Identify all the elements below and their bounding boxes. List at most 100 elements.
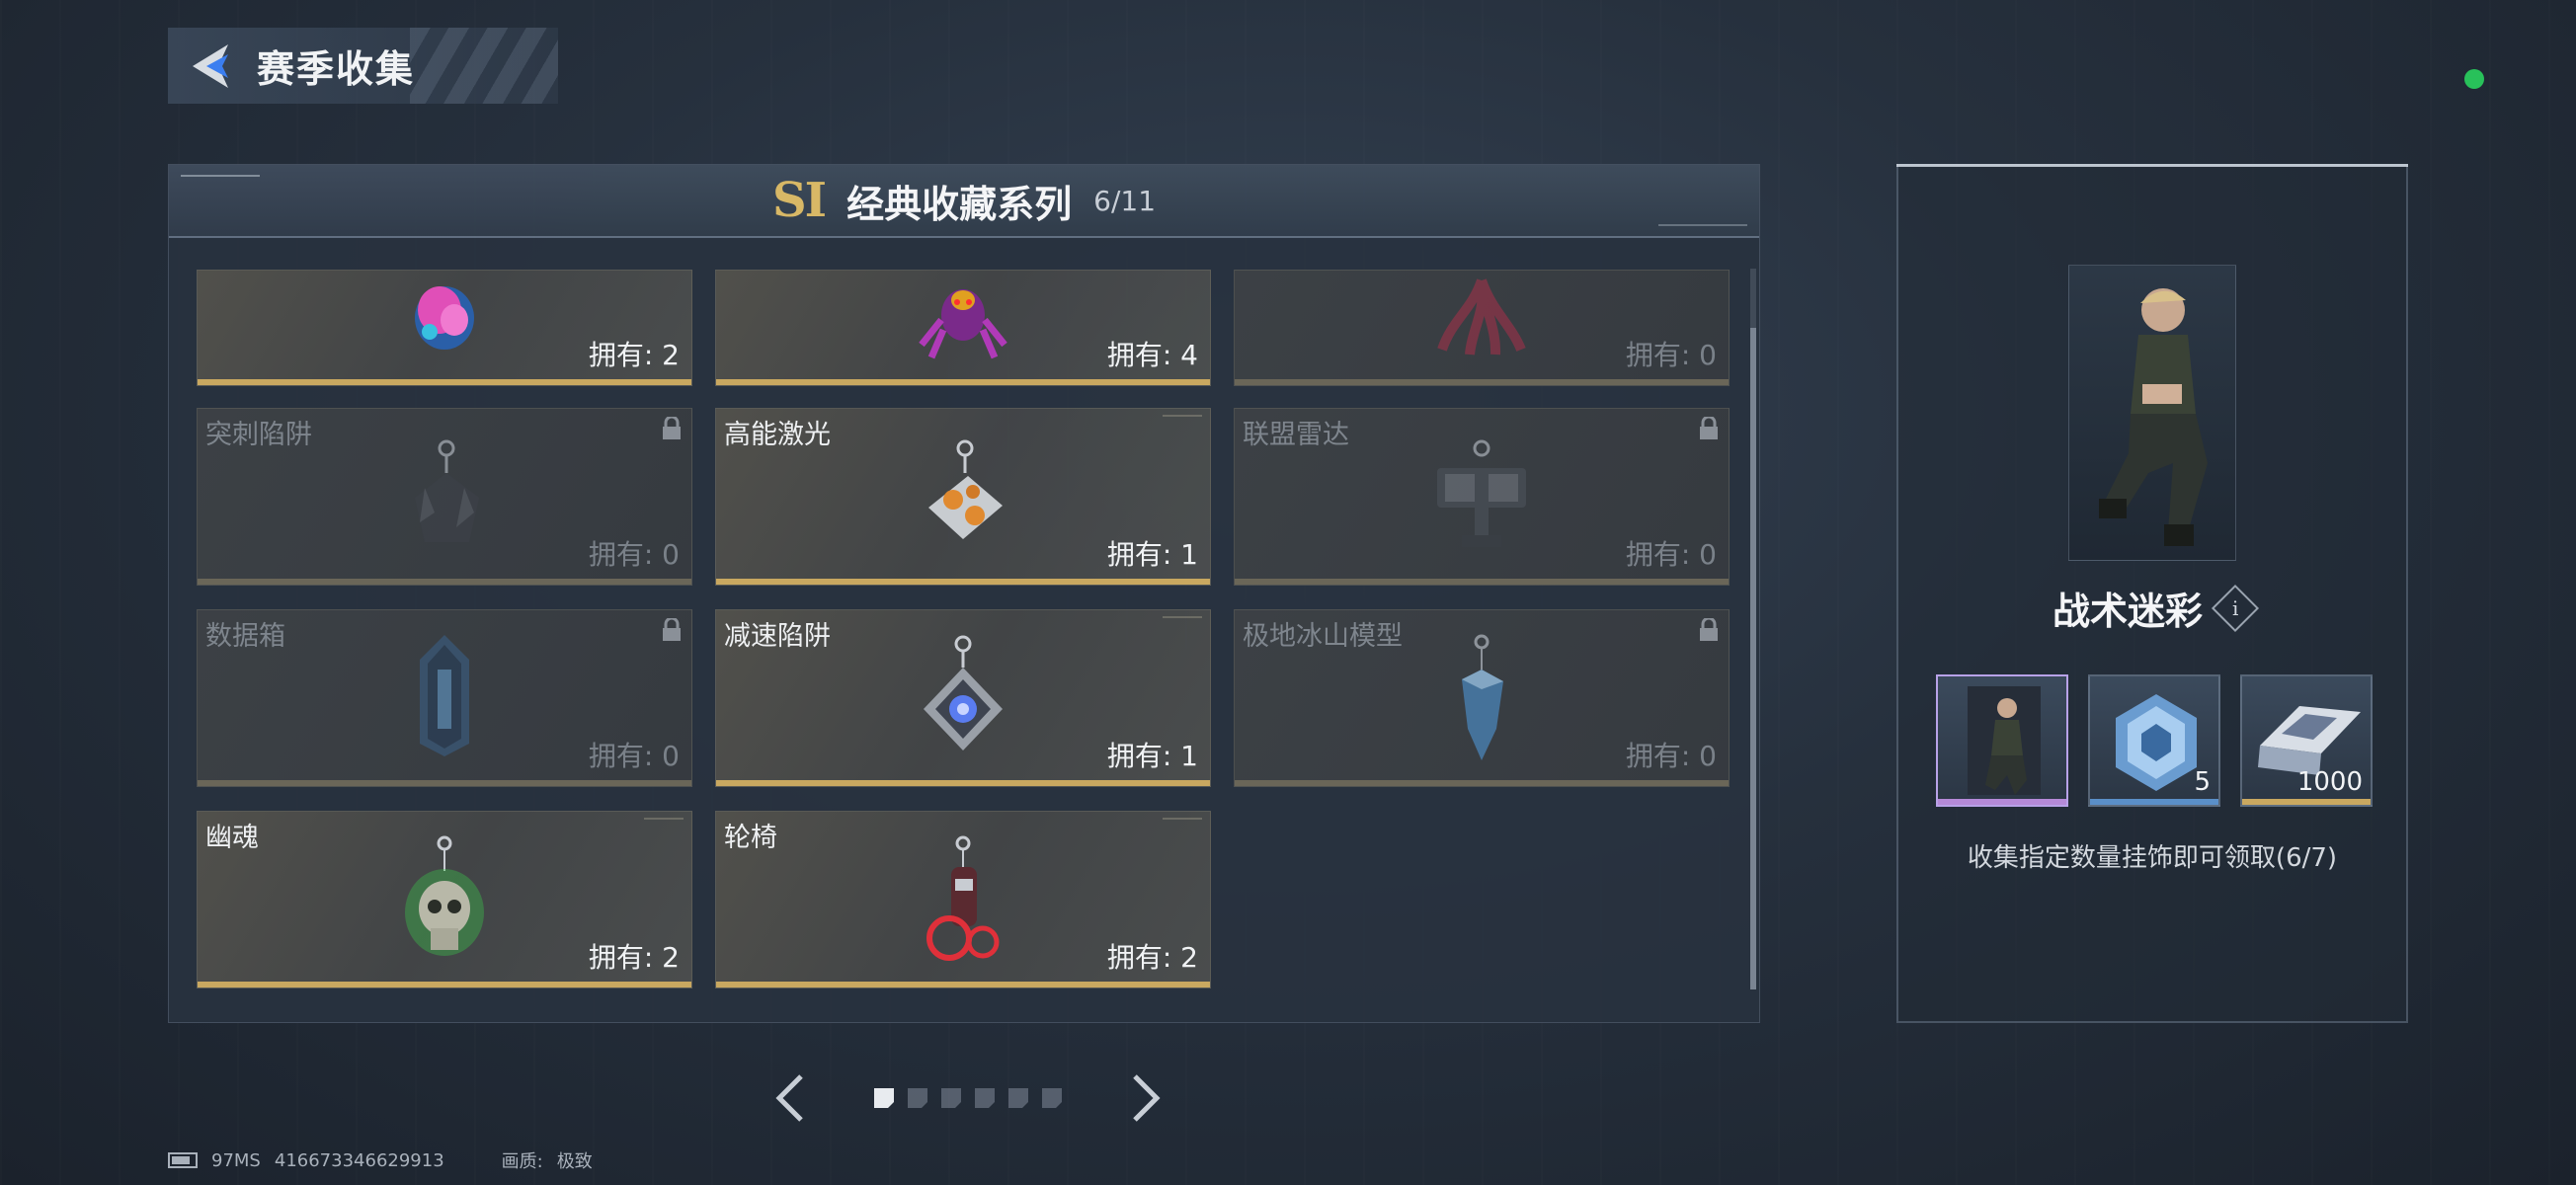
owned-count: 拥有: 0 xyxy=(1625,538,1717,571)
owned-count: 拥有: 1 xyxy=(1106,538,1198,571)
previous-page-button[interactable] xyxy=(770,1068,810,1128)
character-skin-icon xyxy=(1968,686,2041,795)
owned-count: 拥有: 2 xyxy=(588,339,680,371)
rarity-bar xyxy=(716,780,1210,786)
top-header: 赛季收集 xyxy=(168,28,558,104)
season-badge: SI xyxy=(771,173,827,228)
owned-count: 拥有: 0 xyxy=(588,538,680,571)
page-title: 赛季收集 xyxy=(257,47,416,91)
page-dot[interactable] xyxy=(1042,1088,1062,1108)
chevron-right-icon xyxy=(1133,1074,1161,1122)
next-page-button[interactable] xyxy=(1126,1068,1166,1128)
back-button[interactable] xyxy=(168,28,257,104)
charm-card-locked[interactable]: 数据箱 拥有: 0 xyxy=(197,609,692,787)
reward-quantity: 1000 xyxy=(2296,767,2363,797)
charm-card[interactable]: 高能激光 拥有: 1 xyxy=(715,408,1211,586)
collection-panel: SI 经典收藏系列 6/11 拥有: 2 拥有: 4 拥有: 0 突刺陷阱 拥有… xyxy=(168,164,1760,1023)
ping-value: 97MS xyxy=(211,1149,261,1171)
charm-name: 轮椅 xyxy=(724,823,777,853)
charm-card-locked[interactable]: 极地冰山模型 拥有: 0 xyxy=(1234,609,1730,787)
page-dot[interactable] xyxy=(975,1088,995,1108)
laser-charm-icon xyxy=(928,439,1003,539)
radar-charm-icon xyxy=(1437,439,1526,547)
rarity-bar xyxy=(1235,379,1729,385)
reward-slots: 5 1000 xyxy=(1936,674,2373,807)
slow-trap-charm-icon xyxy=(924,635,1003,750)
rarity-bar xyxy=(1235,780,1729,786)
reward-description: 收集指定数量挂饰即可领取(6/7) xyxy=(1967,843,2338,873)
battery-icon xyxy=(168,1152,198,1168)
spike-trap-charm-icon xyxy=(415,439,479,542)
owned-count: 拥有: 0 xyxy=(1625,339,1717,371)
iceberg-charm-icon xyxy=(1462,634,1503,760)
charm-name: 幽魂 xyxy=(205,823,259,853)
rarity-bar xyxy=(1938,799,2066,805)
page-dot[interactable] xyxy=(941,1088,961,1108)
scrollbar-thumb[interactable] xyxy=(1750,328,1756,989)
status-indicator-dot xyxy=(2464,69,2484,89)
owned-count: 拥有: 1 xyxy=(1106,740,1198,772)
reward-slot-crystal[interactable]: 5 xyxy=(2088,674,2220,807)
reward-panel: 战术迷彩 i 5 1000 收集指定数量挂饰即可领取(6/7) xyxy=(1896,164,2408,1023)
charm-card-locked[interactable]: 突刺陷阱 拥有: 0 xyxy=(197,408,692,586)
status-footer: 97MS 416673346629913 画质: 极致 xyxy=(168,1147,593,1173)
charm-card-locked[interactable]: 拥有: 0 xyxy=(1234,270,1730,386)
pagination xyxy=(770,1068,1166,1128)
owned-count: 拥有: 2 xyxy=(588,941,680,974)
page-dot[interactable] xyxy=(1008,1088,1028,1108)
reward-slot-skin[interactable] xyxy=(1936,674,2068,807)
charm-card[interactable]: 减速陷阱 拥有: 1 xyxy=(715,609,1211,787)
charm-card-locked[interactable]: 联盟雷达 拥有: 0 xyxy=(1234,408,1730,586)
owned-count: 拥有: 0 xyxy=(1625,740,1717,772)
charm-card[interactable]: 拥有: 2 xyxy=(197,270,692,386)
card-corner-decoration xyxy=(1163,415,1202,417)
series-progress-count: 6/11 xyxy=(1093,184,1157,217)
rarity-bar xyxy=(198,982,691,988)
rarity-bar xyxy=(716,379,1210,385)
charm-card[interactable]: 轮椅 拥有: 2 xyxy=(715,811,1211,988)
reward-slot-ticket[interactable]: 1000 xyxy=(2240,674,2373,807)
info-icon: i xyxy=(2231,595,2239,620)
ghost-skull-charm-icon xyxy=(405,835,484,956)
reward-character-portrait xyxy=(2068,265,2236,561)
reward-name-row: 战术迷彩 i xyxy=(1898,581,2406,635)
charm-card[interactable]: 幽魂 拥有: 2 xyxy=(197,811,692,988)
quality-value: 极致 xyxy=(556,1151,593,1172)
grid-scrollbar[interactable] xyxy=(1750,269,1756,989)
header-decoration-right xyxy=(1658,224,1747,226)
series-title: 经典收藏系列 xyxy=(846,182,1073,226)
owned-count: 拥有: 2 xyxy=(1106,941,1198,974)
soldier-character-icon xyxy=(2099,288,2208,546)
series-header: SI 经典收藏系列 6/11 xyxy=(169,165,1759,238)
owned-count: 拥有: 4 xyxy=(1106,339,1198,371)
header-stripes-decoration xyxy=(410,28,558,104)
charm-card[interactable]: 拥有: 4 xyxy=(715,270,1211,386)
lock-icon xyxy=(1700,618,1718,641)
info-button[interactable]: i xyxy=(2211,584,2260,632)
charm-name: 高能激光 xyxy=(724,420,831,450)
charm-name: 联盟雷达 xyxy=(1243,420,1349,450)
page-indicator-dots xyxy=(874,1088,1062,1108)
card-corner-decoration xyxy=(1163,616,1202,618)
pink-heart-charm-icon xyxy=(415,286,474,350)
rarity-bar xyxy=(2242,799,2371,805)
data-box-charm-icon xyxy=(420,635,469,756)
reward-panel-topline xyxy=(1896,164,2408,167)
page-dot[interactable] xyxy=(908,1088,927,1108)
charm-grid: 拥有: 2 拥有: 4 拥有: 0 突刺陷阱 拥有: 0 高能激光 拥有: 1 … xyxy=(197,270,1732,990)
chevron-left-icon xyxy=(775,1074,803,1122)
owned-count: 拥有: 0 xyxy=(588,740,680,772)
wheelchair-charm-icon xyxy=(926,835,1000,961)
lock-icon xyxy=(663,417,681,439)
lock-icon xyxy=(1700,417,1718,439)
back-arrow-icon xyxy=(193,43,228,88)
reward-name: 战术迷彩 xyxy=(2052,590,2203,633)
lock-icon xyxy=(663,618,681,641)
rarity-bar xyxy=(198,379,691,385)
card-corner-decoration xyxy=(644,818,684,820)
page-dot-active[interactable] xyxy=(874,1088,894,1108)
rarity-bar xyxy=(716,579,1210,585)
header-decoration-left xyxy=(181,175,260,177)
rarity-bar xyxy=(1235,579,1729,585)
reward-quantity: 5 xyxy=(2194,767,2211,797)
